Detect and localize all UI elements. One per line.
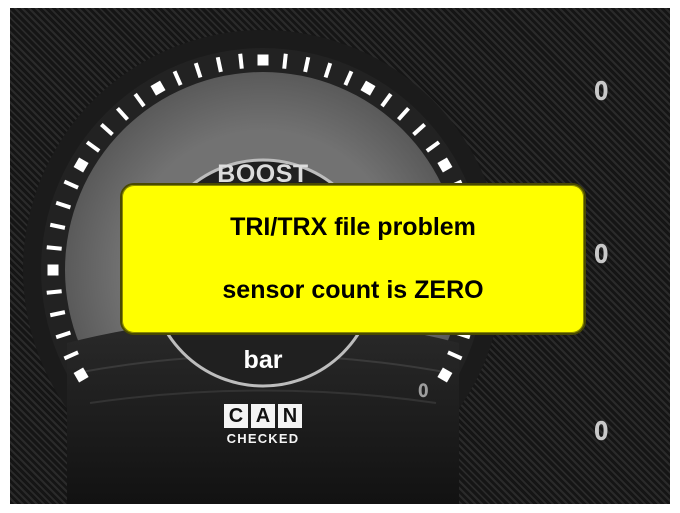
logo-subtitle: CHECKED	[226, 431, 300, 446]
gauge-screen: BOOST bar 0 0 0 0 C A N CHECKED TRI/TRX …	[10, 8, 670, 504]
alert-message-line-2: sensor count is ZERO	[222, 276, 484, 304]
gauge-min-value: 0	[418, 380, 429, 402]
logo-letter: N	[278, 404, 302, 428]
error-alert-box[interactable]: TRI/TRX file problem sensor count is ZER…	[120, 183, 586, 335]
alert-message-line-1: TRI/TRX file problem	[230, 213, 476, 241]
logo-letter: A	[251, 404, 275, 428]
readout-value-3: 0	[594, 417, 609, 447]
gauge-unit: bar	[243, 346, 283, 374]
readout-value-1: 0	[594, 77, 609, 107]
can-checked-logo: C A N CHECKED	[213, 404, 313, 446]
gauge-major-tick	[257, 54, 269, 66]
readout-value-2: 0	[594, 240, 609, 270]
gauge-major-tick	[47, 264, 59, 276]
logo-letter: C	[224, 404, 248, 428]
